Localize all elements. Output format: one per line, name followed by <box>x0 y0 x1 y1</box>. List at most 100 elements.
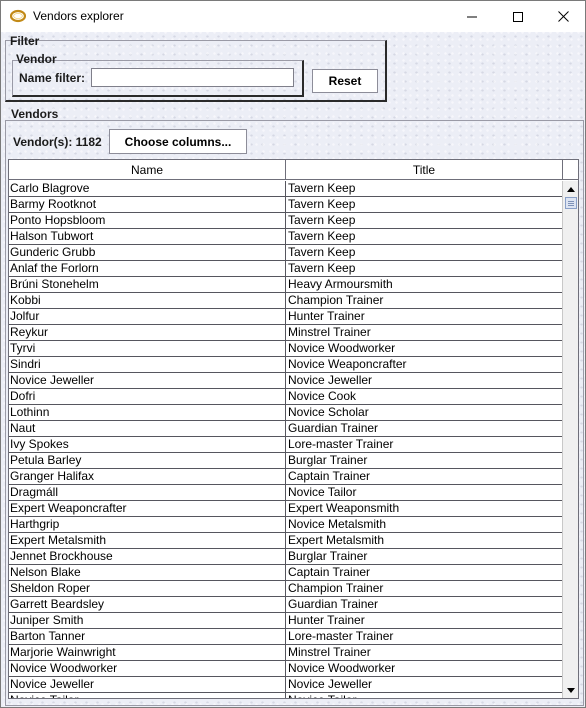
name-filter-input[interactable] <box>91 68 294 87</box>
cell-name: Sindri <box>9 357 286 372</box>
vendors-group-label: Vendors <box>11 107 59 121</box>
title-bar[interactable]: Vendors explorer <box>1 1 585 32</box>
table-row[interactable]: Carlo Blagrove Tavern Keep <box>9 181 562 197</box>
cell-name: Petula Barley <box>9 453 286 468</box>
cell-title: Champion Trainer <box>288 293 384 307</box>
table-row[interactable]: Juniper Smith Hunter Trainer <box>9 613 562 629</box>
cell-name: Barton Tanner <box>9 629 286 644</box>
scroll-thumb[interactable] <box>565 197 577 209</box>
table-row[interactable]: Nelson Blake Captain Trainer <box>9 565 562 581</box>
cell-name: Sheldon Roper <box>9 581 286 596</box>
vertical-scrollbar[interactable] <box>562 181 578 698</box>
table-header: Name Title <box>9 160 578 180</box>
cell-name: Dofri <box>9 389 286 404</box>
cell-title: Champion Trainer <box>288 581 384 595</box>
vendor-count-label: Vendor(s): 1182 <box>13 135 102 149</box>
table-row[interactable]: Brúni Stonehelm Heavy Armoursmith <box>9 277 562 293</box>
choose-columns-button[interactable]: Choose columns... <box>109 129 247 154</box>
cell-title: Burglar Trainer <box>288 549 368 563</box>
cell-name: Novice Woodworker <box>9 661 286 676</box>
cell-title: Hunter Trainer <box>288 613 365 627</box>
cell-name: Expert Metalsmith <box>9 533 286 548</box>
cell-title: Lore-master Trainer <box>288 437 394 451</box>
cell-name: Marjorie Wainwright <box>9 645 286 660</box>
table-row[interactable]: Dragmáll Novice Tailor <box>9 485 562 501</box>
cell-name: Jolfur <box>9 309 286 324</box>
cell-title: Expert Weaponsmith <box>288 501 400 515</box>
scroll-up-arrow-icon <box>567 186 575 192</box>
cell-title: Novice Jeweller <box>288 373 373 387</box>
table-row[interactable]: Petula Barley Burglar Trainer <box>9 453 562 469</box>
table-row[interactable]: Novice Jeweller Novice Jeweller <box>9 373 562 389</box>
table-row[interactable]: Kobbi Champion Trainer <box>9 293 562 309</box>
column-header-name[interactable]: Name <box>9 160 286 180</box>
table-row[interactable]: Expert Weaponcrafter Expert Weaponsmith <box>9 501 562 517</box>
vendor-group-label: Vendor <box>16 52 57 66</box>
table-row[interactable]: Jolfur Hunter Trainer <box>9 309 562 325</box>
ring-icon <box>10 9 26 23</box>
minimize-button[interactable] <box>449 1 495 32</box>
table-row[interactable]: Dofri Novice Cook <box>9 389 562 405</box>
cell-title: Minstrel Trainer <box>288 645 371 659</box>
table-row[interactable]: Garrett Beardsley Guardian Trainer <box>9 597 562 613</box>
cell-title: Lore-master Trainer <box>288 629 394 643</box>
table-row[interactable]: Halson Tubwort Tavern Keep <box>9 229 562 245</box>
table-row[interactable]: Naut Guardian Trainer <box>9 421 562 437</box>
column-header-title[interactable]: Title <box>286 160 562 180</box>
cell-name: Garrett Beardsley <box>9 597 286 612</box>
cell-name: Novice Tailor <box>9 693 286 698</box>
table-row[interactable]: Gunderic Grubb Tavern Keep <box>9 245 562 261</box>
table-row[interactable]: Harthgrip Novice Metalsmith <box>9 517 562 533</box>
table-row[interactable]: Novice Jeweller Novice Jeweller <box>9 677 562 693</box>
close-button[interactable] <box>540 1 585 32</box>
cell-name: Anlaf the Forlorn <box>9 261 286 276</box>
table-row[interactable]: Novice Woodworker Novice Woodworker <box>9 661 562 677</box>
table-row[interactable]: Reykur Minstrel Trainer <box>9 325 562 341</box>
grip-line <box>568 203 574 204</box>
cell-name: Carlo Blagrove <box>9 181 286 196</box>
cell-name: Tyrvi <box>9 341 286 356</box>
cell-title: Tavern Keep <box>288 197 356 211</box>
cell-title: Captain Trainer <box>288 469 371 483</box>
reset-button[interactable]: Reset <box>312 69 378 93</box>
table-row[interactable]: Barmy Rootknot Tavern Keep <box>9 197 562 213</box>
cell-name: Halson Tubwort <box>9 229 286 244</box>
table-row[interactable]: Sheldon Roper Champion Trainer <box>9 581 562 597</box>
table-row[interactable]: Novice TailorNovice Tailor <box>9 693 562 698</box>
cell-name: Lothinn <box>9 405 286 420</box>
cell-title: Novice Cook <box>288 389 357 403</box>
cell-title: Novice Jeweller <box>288 677 373 691</box>
table-row[interactable]: Marjorie Wainwright Minstrel Trainer <box>9 645 562 661</box>
cell-name: Ponto Hopsbloom <box>9 213 286 228</box>
cell-title: Tavern Keep <box>288 229 356 243</box>
cell-title: Captain Trainer <box>288 565 371 579</box>
cell-title: Novice Metalsmith <box>288 517 387 531</box>
grip-line <box>568 205 574 206</box>
vendors-explorer-window: Vendors explorer Filter Vendor Name filt… <box>0 0 586 708</box>
cell-name: Novice Jeweller <box>9 373 286 388</box>
maximize-button[interactable] <box>495 1 541 32</box>
scroll-up-button[interactable] <box>563 181 578 197</box>
table-row[interactable]: Sindri Novice Weaponcrafter <box>9 357 562 373</box>
table-row[interactable]: Lothinn Novice Scholar <box>9 405 562 421</box>
table-row[interactable]: Ponto Hopsbloom Tavern Keep <box>9 213 562 229</box>
cell-name: Dragmáll <box>9 485 286 500</box>
table-row[interactable]: Tyrvi Novice Woodworker <box>9 341 562 357</box>
scroll-down-arrow-icon <box>567 687 575 693</box>
table-row[interactable]: Anlaf the Forlorn Tavern Keep <box>9 261 562 277</box>
scroll-down-button[interactable] <box>563 682 578 698</box>
cell-title: Novice Tailor <box>287 693 562 698</box>
table-row[interactable]: Ivy Spokes Lore-master Trainer <box>9 437 562 453</box>
cell-name: Expert Weaponcrafter <box>9 501 286 516</box>
header-corner <box>562 160 578 180</box>
cell-title: Tavern Keep <box>288 181 356 195</box>
cell-title: Minstrel Trainer <box>288 325 371 339</box>
table-body: Carlo Blagrove Tavern Keep Barmy Rootknot T… <box>9 181 562 698</box>
table-row[interactable]: Barton Tanner Lore-master Trainer <box>9 629 562 645</box>
cell-title: Novice Woodworker <box>288 341 396 355</box>
table-row[interactable]: Expert Metalsmith Expert Metalsmith <box>9 533 562 549</box>
cell-name: Jennet Brockhouse <box>9 549 286 564</box>
table-row[interactable]: Granger Halifax Captain Trainer <box>9 469 562 485</box>
cell-title: Burglar Trainer <box>288 453 368 467</box>
table-row[interactable]: Jennet Brockhouse Burglar Trainer <box>9 549 562 565</box>
